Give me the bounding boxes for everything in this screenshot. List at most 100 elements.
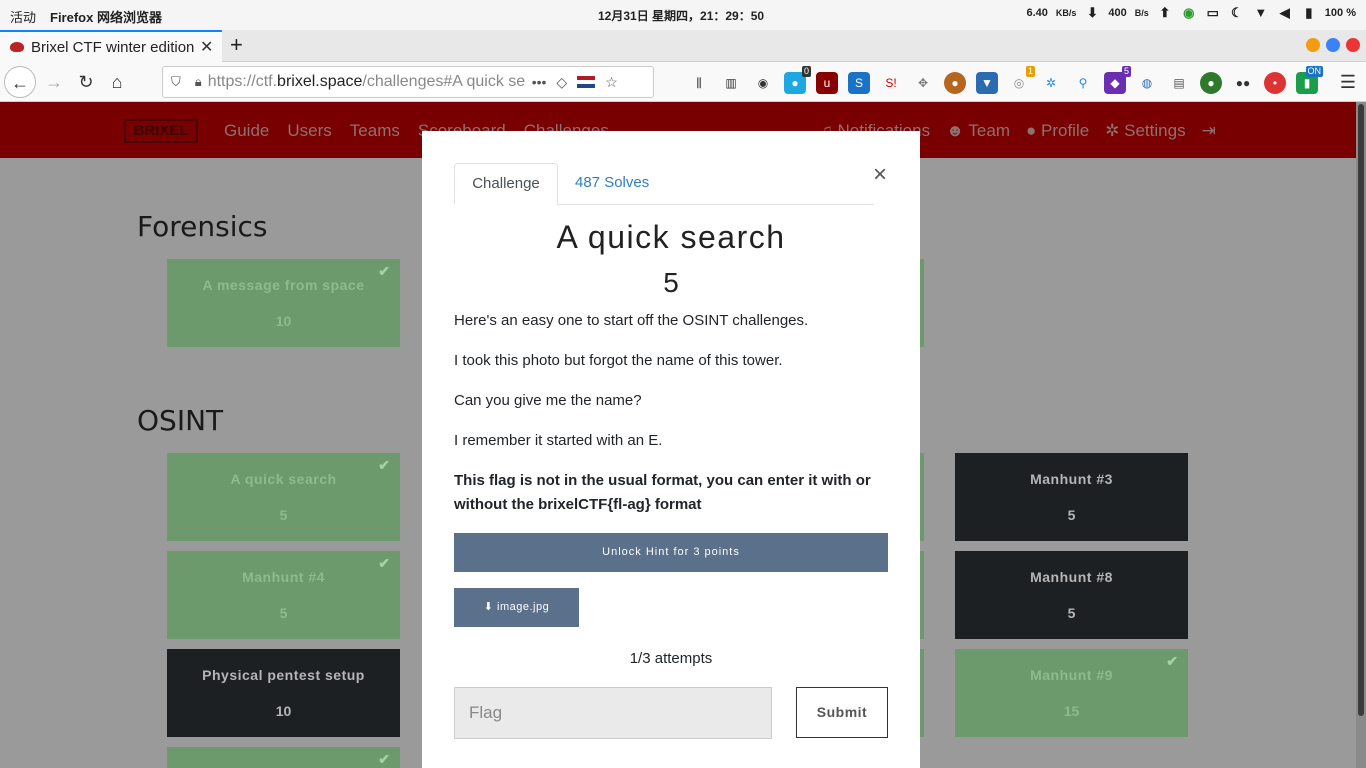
tab-manager-icon[interactable]: ▤ [1168,72,1190,94]
nav-users[interactable]: Users [287,121,331,141]
maximize-button[interactable] [1326,38,1340,52]
unlock-hint-button[interactable]: Unlock Hint for 3 points [454,533,888,572]
page-actions-icon[interactable]: ••• [532,74,547,90]
app-menu[interactable]: Firefox 网络浏览器 [50,7,162,26]
shield-icon[interactable]: ⛉ [171,74,181,90]
pin-extension-icon[interactable]: ⚲ [1072,72,1094,94]
ublock-icon[interactable]: u [816,72,838,94]
challenge-card[interactable]: Manhunt #3 5 [955,453,1188,541]
solved-check-icon: ✔ [378,555,390,571]
challenge-card[interactable]: ✔ [167,747,400,768]
cookie-icon[interactable]: ● [944,72,966,94]
tab-solves[interactable]: 487 Solves [575,174,649,191]
challenge-card[interactable]: Manhunt #8 5 [955,551,1188,639]
puzzle-extension-icon[interactable]: ✥ [912,72,934,94]
challenge-card[interactable]: Physical pentest setup 10 [167,649,400,737]
section-title-forensics: Forensics [137,210,268,243]
challenge-card[interactable]: ✔ Manhunt #4 5 [167,551,400,639]
wifi-icon[interactable]: ▼ [1253,5,1269,21]
challenge-card[interactable]: ✔ A quick search 5 [167,453,400,541]
upload-unit: B/s [1134,8,1149,18]
clock[interactable]: 12月31日 星期四，21：29：50 [598,7,764,24]
green-extension-icon[interactable]: ● [1200,72,1222,94]
netherlands-flag-icon[interactable] [577,76,596,88]
toggle-extension-icon[interactable]: ▮ ON [1296,66,1323,94]
globe-extension-icon[interactable]: ◍ [1136,72,1158,94]
library-icon[interactable]: ⫼ [688,72,710,94]
account-icon[interactable]: ◉ [752,72,774,94]
activities-button[interactable]: 活动 [10,7,36,26]
url-text[interactable]: https://ctf.brixel.space/challenges#A qu… [208,73,526,91]
download-extension-icon[interactable]: ▼ [976,72,998,94]
reload-button[interactable]: ↻ [70,66,102,98]
logout-icon[interactable]: ⇥ [1202,121,1216,141]
volume-icon[interactable]: ◀ [1277,5,1293,21]
night-light-icon[interactable]: ☾ [1229,5,1245,21]
submit-button[interactable]: Submit [796,687,888,738]
challenge-value: 5 [279,507,288,523]
back-button[interactable]: ← [4,66,36,98]
clipboard-icon[interactable]: ▭ [1205,5,1221,21]
browser-tab[interactable]: Brixel CTF winter edition ✕ [0,30,222,62]
brixel-logo[interactable]: BRIXEL [124,119,198,143]
bookmark-star-icon[interactable]: ☆ [605,74,618,91]
challenge-name: Physical pentest setup [202,667,365,683]
tab-strip: Brixel CTF winter edition ✕ + [0,30,1366,62]
minimize-button[interactable] [1306,38,1320,52]
challenge-value: 10 [275,313,292,329]
page-scrollbar[interactable] [1356,102,1366,768]
hamburger-menu-icon[interactable]: ☰ [1340,72,1356,93]
s-extension-icon[interactable]: S [848,72,870,94]
challenge-name: Manhunt #8 [1030,569,1113,585]
flag-input[interactable]: Flag [454,687,772,739]
nav-profile[interactable]: ● Profile [1026,121,1089,141]
challenge-name: Manhunt #9 [1030,667,1113,683]
nav-team[interactable]: ☻ Team [946,121,1010,141]
tab-challenge[interactable]: Challenge [454,163,558,205]
system-tray[interactable]: 6.40 KB/s ⬇ 400 B/s ⬆ ◉ ▭ ☾ ▼ ◀ ▮ 100 % [1026,5,1356,21]
download-arrow-icon: ⬇ [1086,5,1098,20]
url-bar[interactable]: ⛉ 🔒︎ https://ctf.brixel.space/challenges… [162,66,654,98]
pocket-icon[interactable]: ◇ [556,74,567,91]
challenge-value: 5 [1067,507,1076,523]
challenge-value: 10 [275,703,292,719]
scrollbar-thumb[interactable] [1358,104,1364,716]
challenge-name: A message from space [202,277,365,293]
close-icon[interactable]: × [873,161,887,189]
nav-settings[interactable]: ✲ Settings [1105,121,1185,141]
url-actions: ••• ◇ ☆ [532,74,618,91]
challenge-card[interactable]: ✔ Manhunt #9 15 [955,649,1188,737]
window-controls [1306,38,1360,52]
upload-arrow-icon: ⬆ [1159,5,1171,20]
description-paragraph: I remember it started with an E. [454,432,663,449]
solved-check-icon: ✔ [378,751,390,767]
s-red-extension-icon[interactable]: S! [880,72,902,94]
lock-icon[interactable]: 🔒︎ [195,74,202,90]
solved-check-icon: ✔ [1166,653,1178,669]
ring-extension-icon[interactable]: ◎ 1 [1008,66,1035,94]
description-paragraph: Can you give me the name? [454,392,642,409]
challenge-name: Manhunt #4 [242,569,325,585]
flag-format-note: This flag is not in the usual format, yo… [454,472,871,513]
close-window-button[interactable] [1346,38,1360,52]
bug-extension-icon[interactable]: ✲ [1040,72,1062,94]
new-tab-button[interactable]: + [230,32,243,58]
forward-button[interactable]: → [38,66,70,98]
red-dot-extension-icon[interactable]: • [1264,72,1286,94]
dots-extension-icon[interactable]: ●● [1232,72,1254,94]
chat-app-icon[interactable]: ◉ [1181,5,1197,21]
battery-icon[interactable]: ▮ [1301,5,1317,21]
home-button[interactable]: ⌂ [101,66,133,98]
battery-level: 100 % [1324,7,1356,19]
purple-extension-icon[interactable]: ◆ 5 [1104,66,1131,94]
close-tab-icon[interactable]: ✕ [200,37,213,57]
attempts-counter: 1/3 attempts [629,650,713,667]
nav-guide[interactable]: Guide [224,121,269,141]
download-file-button[interactable]: ⬇ image.jpg [454,588,579,627]
solved-check-icon: ✔ [378,263,390,279]
extension-blue-icon[interactable]: ● 0 [784,66,811,94]
challenge-card[interactable]: ✔ A message from space 10 [167,259,400,347]
nav-teams[interactable]: Teams [350,121,400,141]
download-unit: KB/s [1055,8,1077,18]
sidebar-icon[interactable]: ▥ [720,72,742,94]
